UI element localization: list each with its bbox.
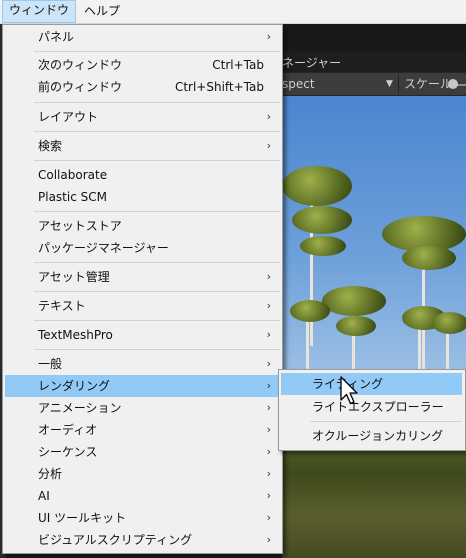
rendering-submenu: ライティングライトエクスプローラーオクルージョンカリング [278, 369, 466, 451]
menu-item-label: 前のウィンドウ [38, 80, 123, 94]
menu-item-label: 検索 [38, 139, 63, 153]
menu-item-4[interactable]: 検索 › [5, 135, 280, 157]
chevron-right-icon: › [266, 511, 271, 524]
chevron-right-icon: › [266, 299, 271, 312]
scale-slider-knob[interactable] [448, 79, 458, 89]
chevron-right-icon: › [266, 357, 271, 370]
chevron-right-icon: › [266, 445, 271, 458]
menu-item-1[interactable]: 次のウィンドウ Ctrl+Tab [5, 54, 280, 76]
menu-item-label: オーディオ [38, 423, 98, 437]
menu-item-label: レンダリング [38, 379, 111, 393]
menu-item-9[interactable]: アセット管理 › [5, 266, 280, 288]
aspect-dropdown[interactable]: spect [282, 75, 395, 93]
menu-item-label: レイアウト [38, 110, 99, 124]
menu-item-20[interactable]: ビジュアルスクリプティング › [5, 529, 280, 551]
chevron-right-icon: › [266, 489, 271, 502]
submenu-item-label: オクルージョンカリング [312, 429, 444, 443]
menu-item-label: テキスト [38, 299, 86, 313]
submenu-item-0[interactable]: ライティング [281, 373, 462, 395]
menu-item-label: シーケンス [38, 445, 98, 459]
menu-help[interactable]: ヘルプ [78, 1, 126, 22]
menu-item-0[interactable]: パネル › [5, 26, 280, 48]
menu-separator [34, 160, 280, 161]
menu-separator [310, 421, 462, 422]
menu-item-label: TextMeshPro [38, 328, 113, 342]
chevron-right-icon: › [266, 379, 271, 392]
menu-separator [34, 211, 280, 212]
menu-item-label: 一般 [38, 357, 63, 371]
game-view-scene[interactable] [282, 96, 466, 558]
submenu-item-1[interactable]: ライトエクスプローラー [281, 396, 462, 418]
menu-item-2[interactable]: 前のウィンドウ Ctrl+Shift+Tab [5, 76, 280, 98]
menu-item-shortcut: Ctrl+Tab [212, 58, 264, 72]
menu-item-7[interactable]: アセットストア [5, 215, 280, 237]
menu-item-label: アセットストア [38, 219, 122, 233]
menu-separator [34, 349, 280, 350]
menu-separator [34, 51, 280, 52]
package-manager-tab[interactable]: ネージャー [282, 54, 341, 71]
menu-item-8[interactable]: パッケージマネージャー [5, 237, 280, 259]
menu-item-11[interactable]: TextMeshPro › [5, 324, 280, 346]
menu-item-10[interactable]: テキスト › [5, 295, 280, 317]
dropdown-arrow-icon: ▼ [386, 79, 393, 89]
menu-item-label: AI [38, 489, 50, 503]
submenu-item-label: ライトエクスプローラー [312, 400, 444, 414]
menu-item-label: Collaborate [38, 168, 108, 182]
chevron-right-icon: › [266, 533, 271, 546]
menubar: ウィンドウ ヘルプ [0, 0, 466, 24]
menu-separator [34, 262, 280, 263]
scale-label: スケール [404, 77, 453, 91]
chevron-right-icon: › [266, 401, 271, 414]
menu-separator [34, 320, 280, 321]
menu-item-shortcut: Ctrl+Shift+Tab [174, 80, 264, 94]
toolbar-separator [398, 75, 399, 93]
menu-item-3[interactable]: レイアウト › [5, 106, 280, 128]
menu-item-14[interactable]: アニメーション › [5, 397, 280, 419]
game-view-toolbar: spect ▼ スケール [282, 72, 466, 96]
menu-item-18[interactable]: AI › [5, 485, 280, 507]
menu-separator [34, 291, 280, 292]
menu-window[interactable]: ウィンドウ [2, 0, 77, 23]
menu-item-label: Plastic SCM [38, 190, 107, 204]
menu-item-16[interactable]: シーケンス › [5, 441, 280, 463]
menu-item-label: 次のウィンドウ [38, 58, 123, 72]
chevron-right-icon: › [266, 328, 271, 341]
chevron-right-icon: › [266, 30, 271, 43]
chevron-right-icon: › [266, 423, 271, 436]
mouse-cursor-icon [340, 376, 358, 405]
chevron-right-icon: › [266, 110, 271, 123]
menu-item-15[interactable]: オーディオ › [5, 419, 280, 441]
menu-item-label: UI ツールキット [38, 511, 127, 525]
menu-separator [34, 131, 280, 132]
menu-item-label: アセット管理 [38, 270, 110, 284]
menu-item-12[interactable]: 一般 › [5, 353, 280, 375]
menu-item-label: ビジュアルスクリプティング [38, 533, 193, 547]
menu-item-label: パッケージマネージャー [38, 241, 169, 255]
menu-item-19[interactable]: UI ツールキット › [5, 507, 280, 529]
menu-item-17[interactable]: 分析 › [5, 463, 280, 485]
menu-item-label: パネル [38, 30, 75, 44]
window-menu-dropdown: パネル › 次のウィンドウ Ctrl+Tab 前のウィンドウ Ctrl+Shift+Tab… [2, 24, 283, 554]
menu-separator [34, 102, 280, 103]
menu-item-5[interactable]: Collaborate [5, 164, 280, 186]
menu-item-13[interactable]: レンダリング › [5, 375, 280, 397]
chevron-right-icon: › [266, 467, 271, 480]
chevron-right-icon: › [266, 270, 271, 283]
menu-item-label: 分析 [38, 467, 63, 481]
submenu-item-2[interactable]: オクルージョンカリング [281, 425, 462, 447]
chevron-right-icon: › [266, 139, 271, 152]
menu-item-label: アニメーション [38, 401, 122, 415]
menu-item-6[interactable]: Plastic SCM [5, 186, 280, 208]
